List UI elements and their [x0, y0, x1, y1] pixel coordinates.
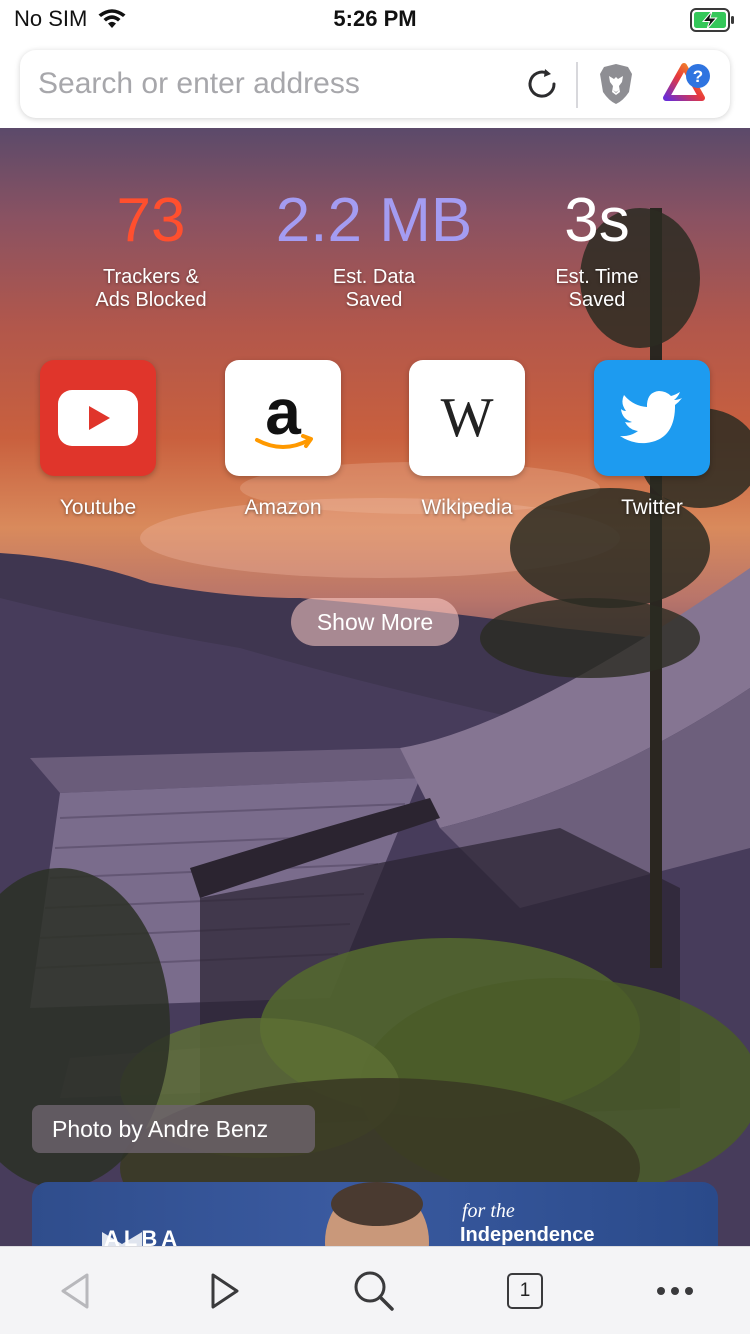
reload-icon[interactable]	[524, 66, 560, 102]
brave-shields-icon[interactable]	[598, 62, 634, 106]
news-card-line2: Independence	[460, 1224, 595, 1246]
bottom-toolbar: 1	[0, 1246, 750, 1334]
news-card-line1: for the	[462, 1200, 515, 1222]
status-bar: No SIM 5:26 PM	[0, 0, 750, 40]
trackers-blocked-value: 73	[116, 186, 186, 255]
time-saved-label-line1: Est. Time	[555, 266, 639, 288]
favorite-label-twitter: Twitter	[621, 496, 683, 519]
favorite-twitter[interactable]: Twitter	[562, 360, 742, 520]
more-button[interactable]	[653, 1269, 697, 1313]
wikipedia-tile[interactable]: W	[409, 360, 525, 476]
url-bar[interactable]: ?	[20, 50, 730, 118]
twitter-icon	[620, 391, 682, 444]
back-icon	[61, 1273, 89, 1309]
news-card-logo: ALBA	[104, 1226, 182, 1246]
youtube-icon	[58, 390, 138, 446]
trackers-blocked-label-line2: Ads Blocked	[95, 289, 207, 311]
data-saved-value: 2.2 MB	[275, 186, 473, 255]
brave-rewards-icon[interactable]: ?	[662, 62, 714, 106]
data-saved-label: Est. Data Saved	[264, 266, 484, 312]
address-input[interactable]	[38, 64, 518, 104]
battery-charging-icon	[690, 8, 734, 32]
url-divider	[576, 62, 578, 108]
svg-text:a: a	[265, 378, 301, 448]
data-saved-label-line1: Est. Data	[332, 266, 416, 288]
stat-trackers-blocked: 73 Trackers & Ads Blocked	[41, 186, 261, 312]
forward-button[interactable]	[203, 1269, 247, 1313]
search-button[interactable]	[352, 1269, 396, 1313]
youtube-tile[interactable]	[40, 360, 156, 476]
svg-text:?: ?	[693, 67, 703, 86]
favorite-youtube[interactable]: Youtube	[8, 360, 188, 520]
favorite-amazon[interactable]: a Amazon	[193, 360, 373, 520]
amazon-tile[interactable]: a	[225, 360, 341, 476]
favorite-wikipedia[interactable]: W Wikipedia	[377, 360, 557, 520]
data-saved-label-line2: Saved	[345, 289, 403, 311]
more-icon	[657, 1287, 693, 1295]
twitter-tile[interactable]	[594, 360, 710, 476]
wikipedia-icon: W	[441, 387, 494, 449]
favorite-label-amazon: Amazon	[244, 496, 322, 519]
time-saved-label-line2: Saved	[568, 289, 626, 311]
amazon-icon: a	[255, 378, 313, 449]
news-card[interactable]: ALBA for the Independence	[32, 1182, 718, 1246]
favorite-label-youtube: Youtube	[59, 496, 137, 519]
time-saved-value: 3s	[564, 186, 630, 255]
stat-data-saved: 2.2 MB Est. Data Saved	[264, 186, 484, 312]
trackers-blocked-label-line1: Trackers &	[103, 266, 199, 288]
photo-credit[interactable]: Photo by Andre Benz	[32, 1105, 315, 1153]
forward-icon	[211, 1273, 239, 1309]
search-icon	[354, 1271, 394, 1311]
new-tab-background: 73 Trackers & Ads Blocked 2.2 MB Est. Da…	[0, 128, 750, 1246]
trackers-blocked-label: Trackers & Ads Blocked	[41, 266, 261, 312]
stat-time-saved: 3s Est. Time Saved	[487, 186, 707, 312]
svg-text:W: W	[441, 387, 494, 449]
clock: 5:26 PM	[333, 6, 417, 31]
tabs-button[interactable]: 1	[503, 1269, 547, 1313]
show-more-button[interactable]: Show More	[291, 598, 459, 646]
tabs-icon: 1	[507, 1273, 543, 1309]
url-area: ?	[0, 40, 750, 128]
favorite-label-wikipedia: Wikipedia	[421, 496, 513, 519]
back-button[interactable]	[53, 1269, 97, 1313]
time-saved-label: Est. Time Saved	[487, 266, 707, 312]
